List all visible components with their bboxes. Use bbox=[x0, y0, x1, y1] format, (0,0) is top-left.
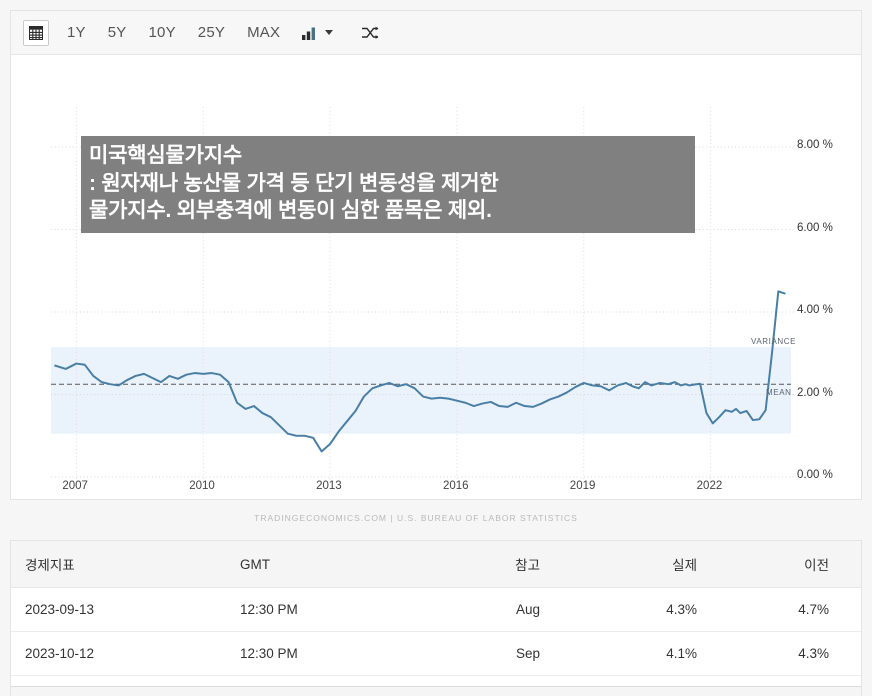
range-button-max[interactable]: MAX bbox=[247, 24, 280, 41]
chart-annotation-overlay: 미국핵심물가지수 : 원자재나 농산물 가격 등 단기 변동성을 제거한 물가지… bbox=[81, 136, 695, 233]
table-header-row: 경제지표 GMT 참고 실제 이전 예측치 bbox=[11, 541, 861, 588]
column-header-actual: 실제 bbox=[582, 541, 719, 588]
range-button-10y[interactable]: 10Y bbox=[149, 24, 176, 41]
table-cell: 4.3% bbox=[582, 587, 719, 632]
x-axis-tick-label: 2022 bbox=[696, 480, 723, 492]
chart-attribution-text: TRADINGECONOMICS.COM | U.S. BUREAU OF LA… bbox=[254, 513, 578, 523]
table-cell: Sep bbox=[410, 631, 582, 676]
shuffle-icon bbox=[362, 26, 379, 39]
x-axis-tick-label: 2007 bbox=[62, 480, 88, 492]
economic-calendar-table: 경제지표 GMT 참고 실제 이전 예측치 2023-09-1312:30 PM… bbox=[11, 541, 861, 689]
table-cell: Aug bbox=[410, 587, 582, 632]
column-header-reference: 참고 bbox=[410, 541, 582, 588]
variance-band-label: VARIANCE bbox=[751, 337, 797, 346]
y-axis-tick-label: 6.00 % bbox=[797, 221, 833, 234]
x-axis-tick-label: 2016 bbox=[442, 480, 469, 492]
table-body: 2023-09-1312:30 PMAug4.3%4.7%4.3%2023-10… bbox=[11, 587, 861, 689]
column-header-gmt: GMT bbox=[240, 541, 410, 588]
table-row[interactable]: 2023-10-1212:30 PMSep4.1%4.3%4.1% bbox=[11, 631, 861, 676]
mean-line-label: MEAN bbox=[766, 388, 792, 398]
x-axis-tick-label: 2010 bbox=[189, 480, 215, 492]
table-grid-icon[interactable] bbox=[23, 19, 49, 46]
table-header: 경제지표 GMT 참고 실제 이전 예측치 bbox=[11, 541, 861, 588]
chart-attribution: TRADINGECONOMICS.COM | U.S. BUREAU OF LA… bbox=[11, 513, 861, 523]
calendar-table-card: 경제지표 GMT 참고 실제 이전 예측치 2023-09-1312:30 PM… bbox=[10, 540, 862, 690]
y-axis-tick-label: 8.00 % bbox=[797, 139, 833, 151]
table-cell: 4.1% bbox=[582, 631, 719, 676]
y-axis-tick-label: 4.00 % bbox=[797, 304, 833, 316]
chart-toolbar: 1Y 5Y 10Y 25Y MAX bbox=[11, 11, 861, 55]
table-grid-icon-glyph bbox=[29, 25, 43, 40]
y-axis-tick-label: 0.00 % bbox=[797, 469, 833, 481]
table-cell: 12:30 PM bbox=[240, 631, 410, 676]
chart-svg bbox=[51, 107, 795, 483]
bar-chart-icon bbox=[302, 27, 316, 40]
page-root: 1Y 5Y 10Y 25Y MAX 0.00 % 2.00 % 4.00 % 6… bbox=[0, 0, 872, 696]
chevron-down-icon[interactable] bbox=[325, 30, 334, 35]
table-cell: 2023-10-12 bbox=[11, 631, 240, 676]
y-axis-tick-label: 2.00 % bbox=[797, 386, 833, 399]
compare-shuffle-button[interactable] bbox=[361, 26, 379, 40]
range-button-25y[interactable]: 25Y bbox=[198, 24, 225, 41]
chart-type-selector[interactable] bbox=[302, 26, 334, 40]
chart-card: 1Y 5Y 10Y 25Y MAX 0.00 % 2.00 % 4.00 % 6… bbox=[10, 10, 862, 523]
table-cell: 12:30 PM bbox=[240, 587, 410, 632]
variance-band bbox=[51, 347, 791, 434]
table-cell: 4.3% bbox=[719, 631, 857, 676]
table-cell: 4.7% bbox=[719, 587, 857, 632]
column-header-previous: 이전 bbox=[719, 541, 857, 588]
table-footer-strip bbox=[10, 686, 862, 696]
x-axis-tick-label: 2013 bbox=[316, 480, 342, 492]
table-cell: 4.3% bbox=[857, 587, 861, 632]
x-axis-tick-label: 2019 bbox=[569, 480, 596, 492]
range-button-5y[interactable]: 5Y bbox=[108, 24, 127, 41]
chart-plot-area[interactable]: 0.00 % 2.00 % 4.00 % 6.00 % 8.00 % 2007 … bbox=[11, 55, 861, 523]
table-cell: 4.1% bbox=[857, 631, 861, 676]
table-row[interactable]: 2023-09-1312:30 PMAug4.3%4.7%4.3% bbox=[11, 587, 861, 632]
column-header-forecast: 예측치 bbox=[857, 541, 861, 588]
table-cell: 2023-09-13 bbox=[11, 587, 240, 632]
column-header-indicator: 경제지표 bbox=[11, 541, 240, 588]
range-button-1y[interactable]: 1Y bbox=[67, 24, 86, 41]
